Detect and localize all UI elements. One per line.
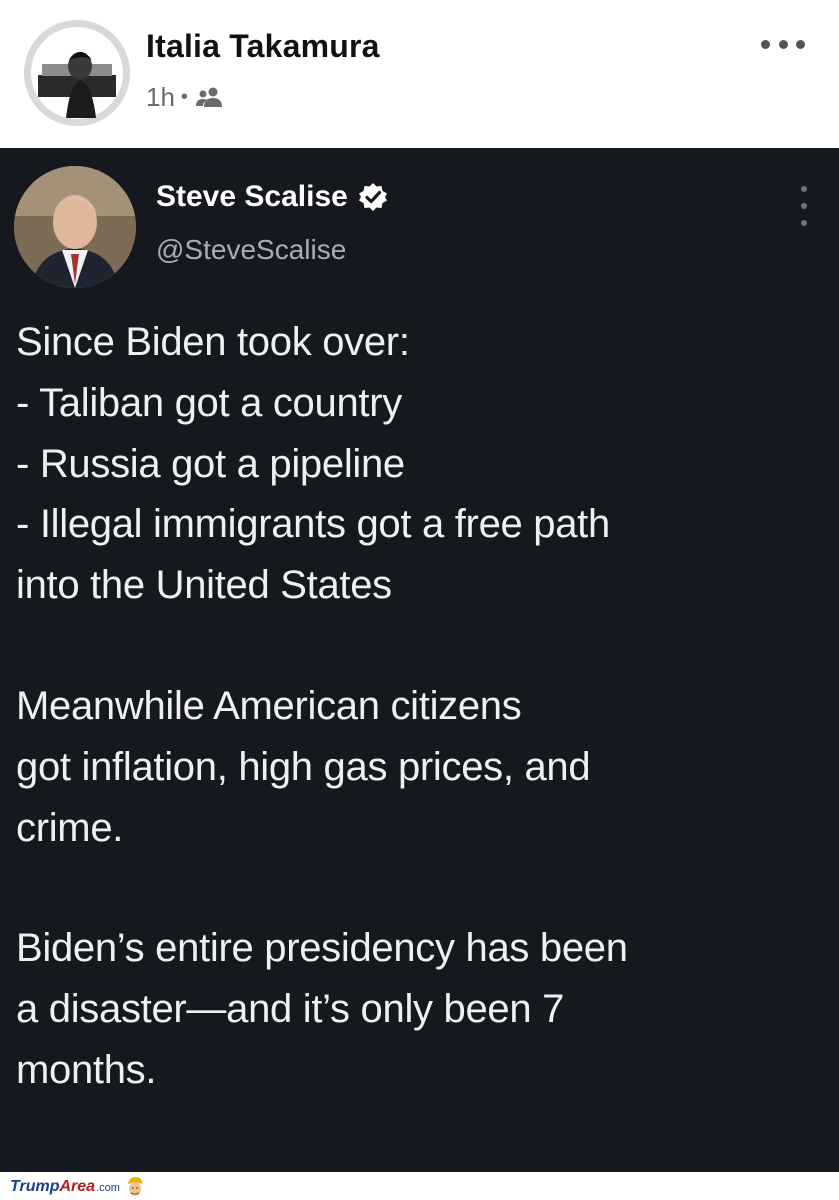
tweet-line: into the United States — [16, 563, 392, 608]
watermark-domain-suffix: .com — [96, 1182, 120, 1194]
tweet-author-avatar[interactable] — [14, 166, 136, 288]
tweet-paragraph: Since Biden took over: - Taliban got a c… — [16, 312, 826, 616]
tweet-text: Since Biden took over: - Taliban got a c… — [16, 312, 826, 1101]
post-time[interactable]: 1h — [146, 82, 175, 113]
tweet-author-photo — [14, 166, 136, 288]
tweet-line: - Illegal immigrants got a free path — [16, 502, 610, 547]
tweet-line: Since Biden took over: — [16, 320, 410, 364]
friends-icon[interactable] — [194, 85, 224, 109]
tweet-line: Biden’s entire presidency has been — [16, 926, 628, 971]
watermark-logo: Trump Area .com — [10, 1177, 144, 1196]
tweet-line: months. — [16, 1047, 157, 1092]
author-name[interactable]: Italia Takamura — [146, 28, 380, 65]
tweet-display-name-text: Steve Scalise — [156, 180, 348, 213]
tweet-line: - Russia got a pipeline — [16, 441, 405, 486]
author-avatar[interactable] — [24, 20, 130, 126]
tweet-line: got inflation, high gas prices, and — [16, 744, 591, 789]
trump-face-icon — [127, 1177, 143, 1196]
more-horizontal-icon[interactable] — [761, 34, 805, 54]
tweet-card: Steve Scalise @SteveScalise Since Biden … — [0, 148, 839, 1172]
post-header: Italia Takamura 1h • — [0, 0, 839, 148]
tweet-paragraph: Meanwhile American citizens got inflatio… — [16, 676, 826, 858]
tweet-line: a disaster—and it’s only been 7 — [16, 987, 565, 1032]
watermark-bar: Trump Area .com — [0, 1172, 839, 1200]
tweet-line: Meanwhile American citizens — [16, 683, 522, 728]
watermark-brand-part2: Area — [59, 1178, 96, 1195]
more-vertical-icon[interactable] — [799, 186, 809, 226]
tweet-display-name[interactable]: Steve Scalise — [156, 180, 388, 214]
watermark-brand-part1: Trump — [10, 1178, 60, 1195]
verified-badge-icon — [358, 183, 387, 211]
tweet-paragraph: Biden’s entire presidency has been a dis… — [16, 918, 826, 1100]
author-avatar-image — [24, 20, 130, 126]
tweet-line: crime. — [16, 805, 124, 850]
tweet-line: - Taliban got a country — [16, 380, 402, 425]
meta-separator: • — [180, 85, 188, 108]
tweet-handle[interactable]: @SteveScalise — [156, 234, 346, 266]
post-meta: 1h • — [146, 82, 224, 112]
